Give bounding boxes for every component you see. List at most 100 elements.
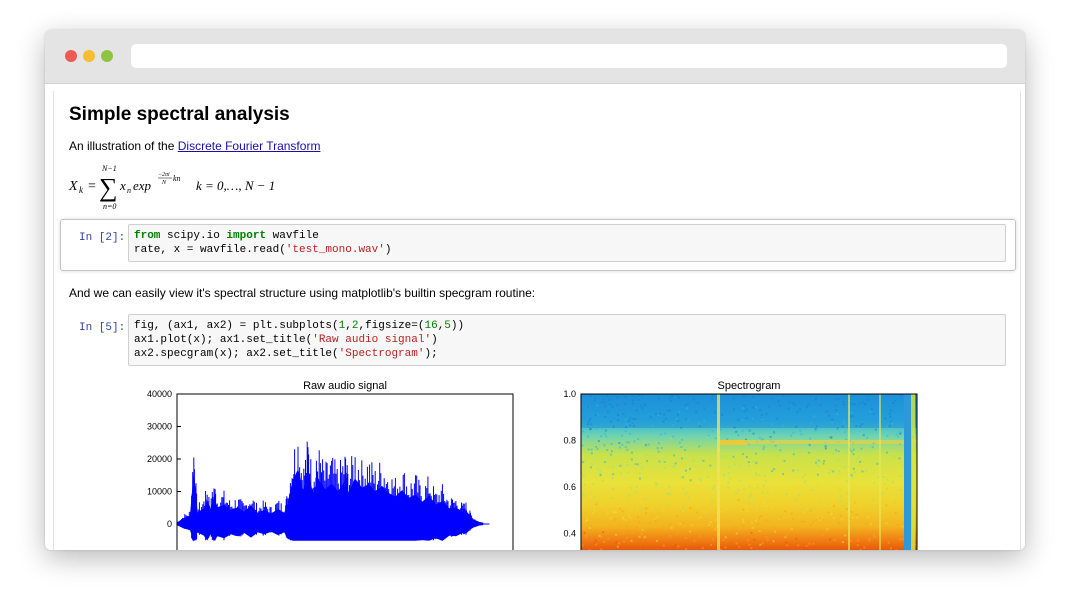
spectrogram-cell	[742, 519, 744, 521]
dft-link[interactable]: Discrete Fourier Transform	[178, 139, 321, 153]
spectrogram-cell	[839, 514, 842, 517]
spectrogram-cell	[675, 497, 678, 500]
spectrogram-cell	[798, 494, 801, 497]
spectrogram-cell	[873, 481, 876, 484]
spectrogram-cell	[701, 547, 704, 550]
spectrogram-cell	[811, 494, 814, 497]
raw-ytick-label: 0	[167, 519, 172, 529]
spectrogram-cell	[780, 451, 783, 454]
spectrogram-cell	[737, 489, 740, 492]
close-window-button[interactable]	[65, 50, 77, 62]
raw-ytick-label: 30000	[147, 422, 172, 432]
spectrogram-cell	[721, 413, 724, 416]
spectrogram-cell	[751, 498, 754, 501]
spectrogram-cell	[644, 404, 646, 407]
spectrogram-cell	[755, 474, 758, 477]
spectrogram-cell	[819, 519, 821, 522]
spectrogram-cell	[805, 508, 808, 511]
spectrogram-cell	[646, 460, 648, 462]
spectrogram-cell	[752, 395, 755, 398]
spectrogram-cell	[790, 434, 793, 437]
spectrogram-cell	[865, 469, 868, 472]
spectrogram-cell	[818, 465, 821, 468]
spectrogram-cell	[654, 520, 657, 523]
spectrogram-cell	[845, 449, 848, 452]
spectrogram-cell	[775, 448, 778, 451]
spectrogram-cell	[720, 455, 723, 458]
address-bar[interactable]	[131, 44, 1007, 68]
spectrogram-cell	[892, 498, 895, 501]
spectrogram-cell	[660, 447, 663, 449]
formula-exp-sup: −2πi	[158, 172, 170, 178]
spectrogram-cell	[667, 504, 670, 507]
code-input-cell-2[interactable]: from scipy.io import wavfile rate, x = w…	[128, 224, 1006, 262]
spectrogram-cell	[800, 433, 803, 436]
spectrogram-cell	[604, 429, 607, 432]
spectrogram-cell	[684, 508, 686, 510]
spectrogram-cell	[698, 425, 701, 428]
spectrogram-cell	[894, 500, 897, 503]
spectrogram-cell	[610, 420, 612, 423]
dft-formula: X k = N−1 ∑ n=0 x n exp −2πi N kn k = 0,…	[68, 164, 275, 211]
spectrogram-cell	[679, 506, 682, 509]
spectrogram-cell	[871, 446, 874, 449]
spectrogram-cell	[682, 522, 685, 525]
spectrogram-cell	[641, 394, 644, 397]
spectrogram-cell	[745, 417, 748, 420]
spectrogram-cell	[686, 403, 689, 406]
spectrogram-cell	[591, 463, 593, 465]
spectrogram-cell	[828, 414, 830, 417]
spectrogram-cell	[634, 490, 637, 493]
spectrogram-cell	[663, 413, 666, 416]
spectrogram-cell	[698, 477, 701, 480]
spectrogram-cell	[624, 446, 627, 449]
spectrogram-cell	[714, 533, 717, 536]
spectrogram-cell	[618, 442, 621, 444]
spectrogram-cell	[852, 448, 855, 451]
spectrogram-cell	[886, 479, 889, 482]
spectrogram-cell	[805, 406, 808, 409]
spectrogram-cell	[709, 464, 712, 467]
spectrogram-cell	[843, 431, 846, 434]
spectrogram-cell	[891, 422, 894, 425]
spectrogram-cell	[774, 530, 777, 533]
chart-title-spec: Spectrogram	[718, 380, 781, 392]
spectrogram-cell	[684, 469, 687, 472]
spectrogram-cell	[737, 434, 740, 437]
spectrogram-cell	[748, 501, 751, 504]
spectrogram-cell	[838, 523, 841, 526]
code-input-cell-5[interactable]: fig, (ax1, ax2) = plt.subplots(1,2,figsi…	[128, 314, 1006, 366]
spectrogram-cell	[639, 501, 642, 504]
spectrogram-cell	[633, 440, 636, 443]
spectrogram-cell	[851, 425, 854, 428]
spectrogram-cell	[674, 543, 677, 546]
maximize-window-button[interactable]	[101, 50, 113, 62]
spectrogram-cell	[733, 426, 736, 429]
spectrogram-cell	[888, 412, 891, 415]
spectrogram-cell	[678, 441, 681, 444]
spectrogram-cell	[656, 516, 659, 519]
spectrogram-cell	[642, 530, 645, 533]
spectrogram-cell	[645, 454, 648, 456]
spectrogram-cell	[843, 465, 846, 468]
spectrogram-cell	[832, 498, 835, 501]
minimize-window-button[interactable]	[83, 50, 95, 62]
spectrogram-cell	[618, 446, 621, 449]
spectrogram-cell	[699, 516, 702, 519]
spectrogram-cell	[587, 420, 590, 423]
spectrogram-cell	[648, 522, 651, 525]
spectrogram-cell	[876, 499, 879, 502]
spectrogram-cell	[622, 516, 624, 519]
spectrogram-cell	[582, 430, 585, 433]
spectrogram-cell	[594, 414, 597, 416]
spectrogram-cell	[850, 450, 853, 453]
spectrogram-cell	[643, 536, 646, 539]
spectrogram-cell	[857, 539, 860, 542]
spectrogram-cell	[813, 546, 816, 549]
spectrogram-cell	[797, 469, 800, 472]
spectrogram-cell	[603, 432, 606, 435]
spectrogram-cell	[771, 423, 774, 426]
spectrogram-cell	[810, 507, 812, 510]
spectrogram-cell	[765, 413, 768, 416]
intro-prefix: An illustration of the	[69, 139, 178, 153]
